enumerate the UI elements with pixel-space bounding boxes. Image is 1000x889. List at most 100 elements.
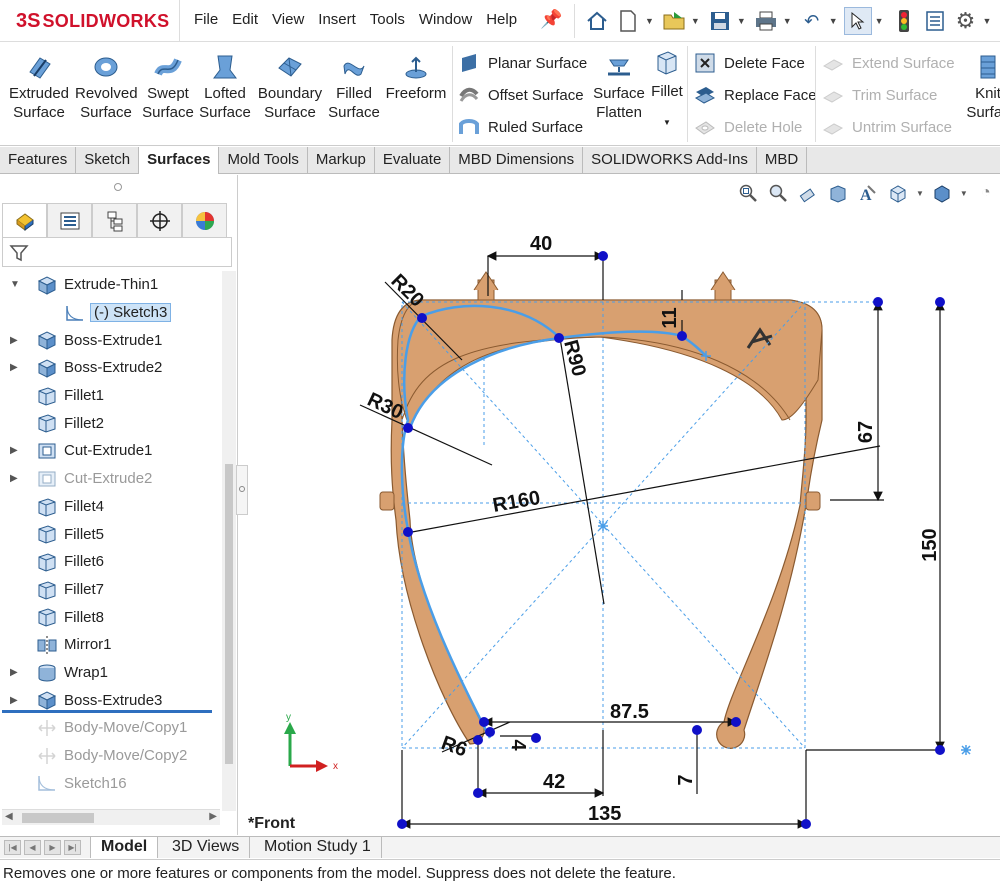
- tree-item-fillet4[interactable]: Fillet4: [0, 493, 222, 521]
- tree-filter-bar[interactable]: [2, 237, 232, 267]
- configuration-manager-tab-icon[interactable]: [92, 203, 137, 237]
- options-dropdown-icon[interactable]: ▼: [983, 16, 992, 26]
- delete-face-button[interactable]: Delete Face: [694, 52, 805, 74]
- solidworks-logo[interactable]: 3S SOLIDWORKS: [0, 0, 180, 42]
- sketch-point[interactable]: [801, 819, 811, 829]
- surface-flatten-button[interactable]: Surface Flatten: [590, 52, 648, 122]
- mounting-pin-right[interactable]: [710, 271, 736, 301]
- sketch-point[interactable]: [935, 297, 945, 307]
- menu-window[interactable]: Window: [419, 11, 472, 28]
- previous-tab-arrow-icon[interactable]: ◀: [24, 840, 41, 855]
- extruded-surface-button[interactable]: Extruded Surface: [8, 52, 70, 122]
- scroll-right-arrow-icon[interactable]: ▶: [209, 811, 217, 822]
- save-dropdown-icon[interactable]: ▼: [737, 16, 746, 26]
- freeform-button[interactable]: Freeform: [384, 52, 448, 103]
- sketch-point[interactable]: [473, 788, 483, 798]
- tab-solidworks-add-ins[interactable]: SOLIDWORKS Add-Ins: [583, 147, 757, 174]
- tree-item-fillet1[interactable]: Fillet1: [0, 382, 222, 410]
- sketch-point[interactable]: [403, 423, 413, 433]
- tab-mbd-dimensions[interactable]: MBD Dimensions: [450, 147, 584, 174]
- select-arrow-icon[interactable]: [843, 7, 872, 35]
- dimension-150[interactable]: 150: [919, 528, 941, 561]
- save-icon[interactable]: [706, 7, 734, 35]
- sketch-point[interactable]: [731, 717, 741, 727]
- pin-icon[interactable]: 📌: [540, 9, 562, 30]
- swept-surface-button[interactable]: Swept Surface: [142, 52, 194, 122]
- tree-item-fillet6[interactable]: Fillet6: [0, 548, 222, 576]
- dimension-r90[interactable]: R90: [559, 338, 590, 379]
- rollback-bar[interactable]: [2, 710, 212, 713]
- dimxpert-manager-tab-icon[interactable]: [137, 203, 182, 237]
- dimension-67[interactable]: 67: [855, 421, 877, 443]
- tab-features[interactable]: Features: [0, 147, 77, 174]
- menu-help[interactable]: Help: [486, 11, 517, 28]
- sketch-point[interactable]: [417, 313, 427, 323]
- tree-item-body-move-copy1[interactable]: Body-Move/Copy1: [0, 714, 222, 742]
- tree-item-wrap1[interactable]: ▶ Wrap1: [0, 659, 222, 687]
- dimension-42[interactable]: 42: [543, 771, 565, 793]
- expand-arrow-icon[interactable]: ▶: [10, 695, 18, 706]
- replace-face-button[interactable]: Replace Face: [694, 84, 817, 106]
- dimension-4[interactable]: 4: [507, 739, 529, 751]
- sketch-point[interactable]: [598, 251, 608, 261]
- display-manager-tab-icon[interactable]: [182, 203, 227, 237]
- sketch-point[interactable]: [479, 717, 489, 727]
- scroll-thumb[interactable]: [22, 813, 94, 823]
- sketch-point[interactable]: [873, 297, 883, 307]
- featuremanager-tree-tab-icon[interactable]: [2, 203, 47, 237]
- tab-motion-study-1[interactable]: Motion Study 1: [254, 837, 382, 858]
- expand-arrow-icon[interactable]: ▶: [10, 445, 18, 456]
- property-manager-tab-icon[interactable]: [47, 203, 92, 237]
- print-dropdown-icon[interactable]: ▼: [783, 16, 792, 26]
- new-dropdown-icon[interactable]: ▼: [645, 16, 654, 26]
- menu-insert[interactable]: Insert: [318, 11, 356, 28]
- tree-item-sketch3[interactable]: (-) Sketch3: [0, 299, 222, 327]
- tree-vertical-scrollbar[interactable]: [222, 271, 236, 811]
- tree-item-boss-extrude1[interactable]: ▶ Boss-Extrude1: [0, 326, 222, 354]
- tree-item-boss-extrude2[interactable]: ▶ Boss-Extrude2: [0, 354, 222, 382]
- extend-surface-button[interactable]: Extend Surface: [822, 52, 955, 74]
- saddle-top-beam[interactable]: [396, 299, 823, 430]
- print-icon[interactable]: [752, 7, 780, 35]
- fillet-button[interactable]: Fillet ▼: [650, 50, 684, 132]
- tree-item-fillet7[interactable]: Fillet7: [0, 576, 222, 604]
- dimension-r160[interactable]: R160: [491, 487, 542, 517]
- menu-file[interactable]: File: [194, 11, 218, 28]
- scroll-thumb[interactable]: [225, 464, 233, 764]
- dimension-11[interactable]: 11: [659, 307, 681, 328]
- sketch-point[interactable]: [554, 333, 564, 343]
- rebuild-traffic-light-icon[interactable]: [890, 7, 918, 35]
- sketch-point[interactable]: [473, 735, 483, 745]
- first-tab-arrow-icon[interactable]: |◀: [4, 840, 21, 855]
- tab-3d-views[interactable]: 3D Views: [162, 837, 251, 858]
- sketch-point[interactable]: [677, 331, 687, 341]
- tab-mbd[interactable]: MBD: [757, 147, 808, 174]
- side-boss-left[interactable]: [379, 491, 395, 511]
- dimension-87-5[interactable]: 87.5: [610, 701, 649, 723]
- select-dropdown-icon[interactable]: ▼: [875, 16, 884, 26]
- ruled-surface-button[interactable]: Ruled Surface: [458, 116, 583, 138]
- expand-arrow-icon[interactable]: ▶: [10, 335, 18, 346]
- delete-hole-button[interactable]: Delete Hole: [694, 116, 802, 138]
- tree-item-fillet2[interactable]: Fillet2: [0, 409, 222, 437]
- new-document-icon[interactable]: [614, 7, 642, 35]
- untrim-surface-button[interactable]: Untrim Surface: [822, 116, 952, 138]
- options-gear-icon[interactable]: ⚙: [952, 7, 980, 35]
- tree-horizontal-scrollbar[interactable]: ◀ ▶: [2, 809, 220, 825]
- knit-surface-button[interactable]: Knit Surfac: [958, 52, 1000, 122]
- scroll-left-arrow-icon[interactable]: ◀: [5, 811, 13, 822]
- menu-tools[interactable]: Tools: [370, 11, 405, 28]
- trim-surface-button[interactable]: Trim Surface: [822, 84, 937, 106]
- menu-view[interactable]: View: [272, 11, 304, 28]
- expand-arrow-icon[interactable]: ▶: [10, 473, 18, 484]
- revolved-surface-button[interactable]: Revolved Surface: [75, 52, 138, 122]
- expand-arrow-icon[interactable]: ▶: [10, 362, 18, 373]
- home-icon[interactable]: [583, 7, 611, 35]
- tree-item-fillet5[interactable]: Fillet5: [0, 520, 222, 548]
- planar-surface-button[interactable]: Planar Surface: [458, 52, 587, 74]
- tree-item-cut-extrude2[interactable]: ▶ Cut-Extrude2: [0, 465, 222, 493]
- tab-markup[interactable]: Markup: [308, 147, 375, 174]
- undo-dropdown-icon[interactable]: ▼: [829, 16, 838, 26]
- sketch-point[interactable]: [531, 733, 541, 743]
- next-tab-arrow-icon[interactable]: ▶: [44, 840, 61, 855]
